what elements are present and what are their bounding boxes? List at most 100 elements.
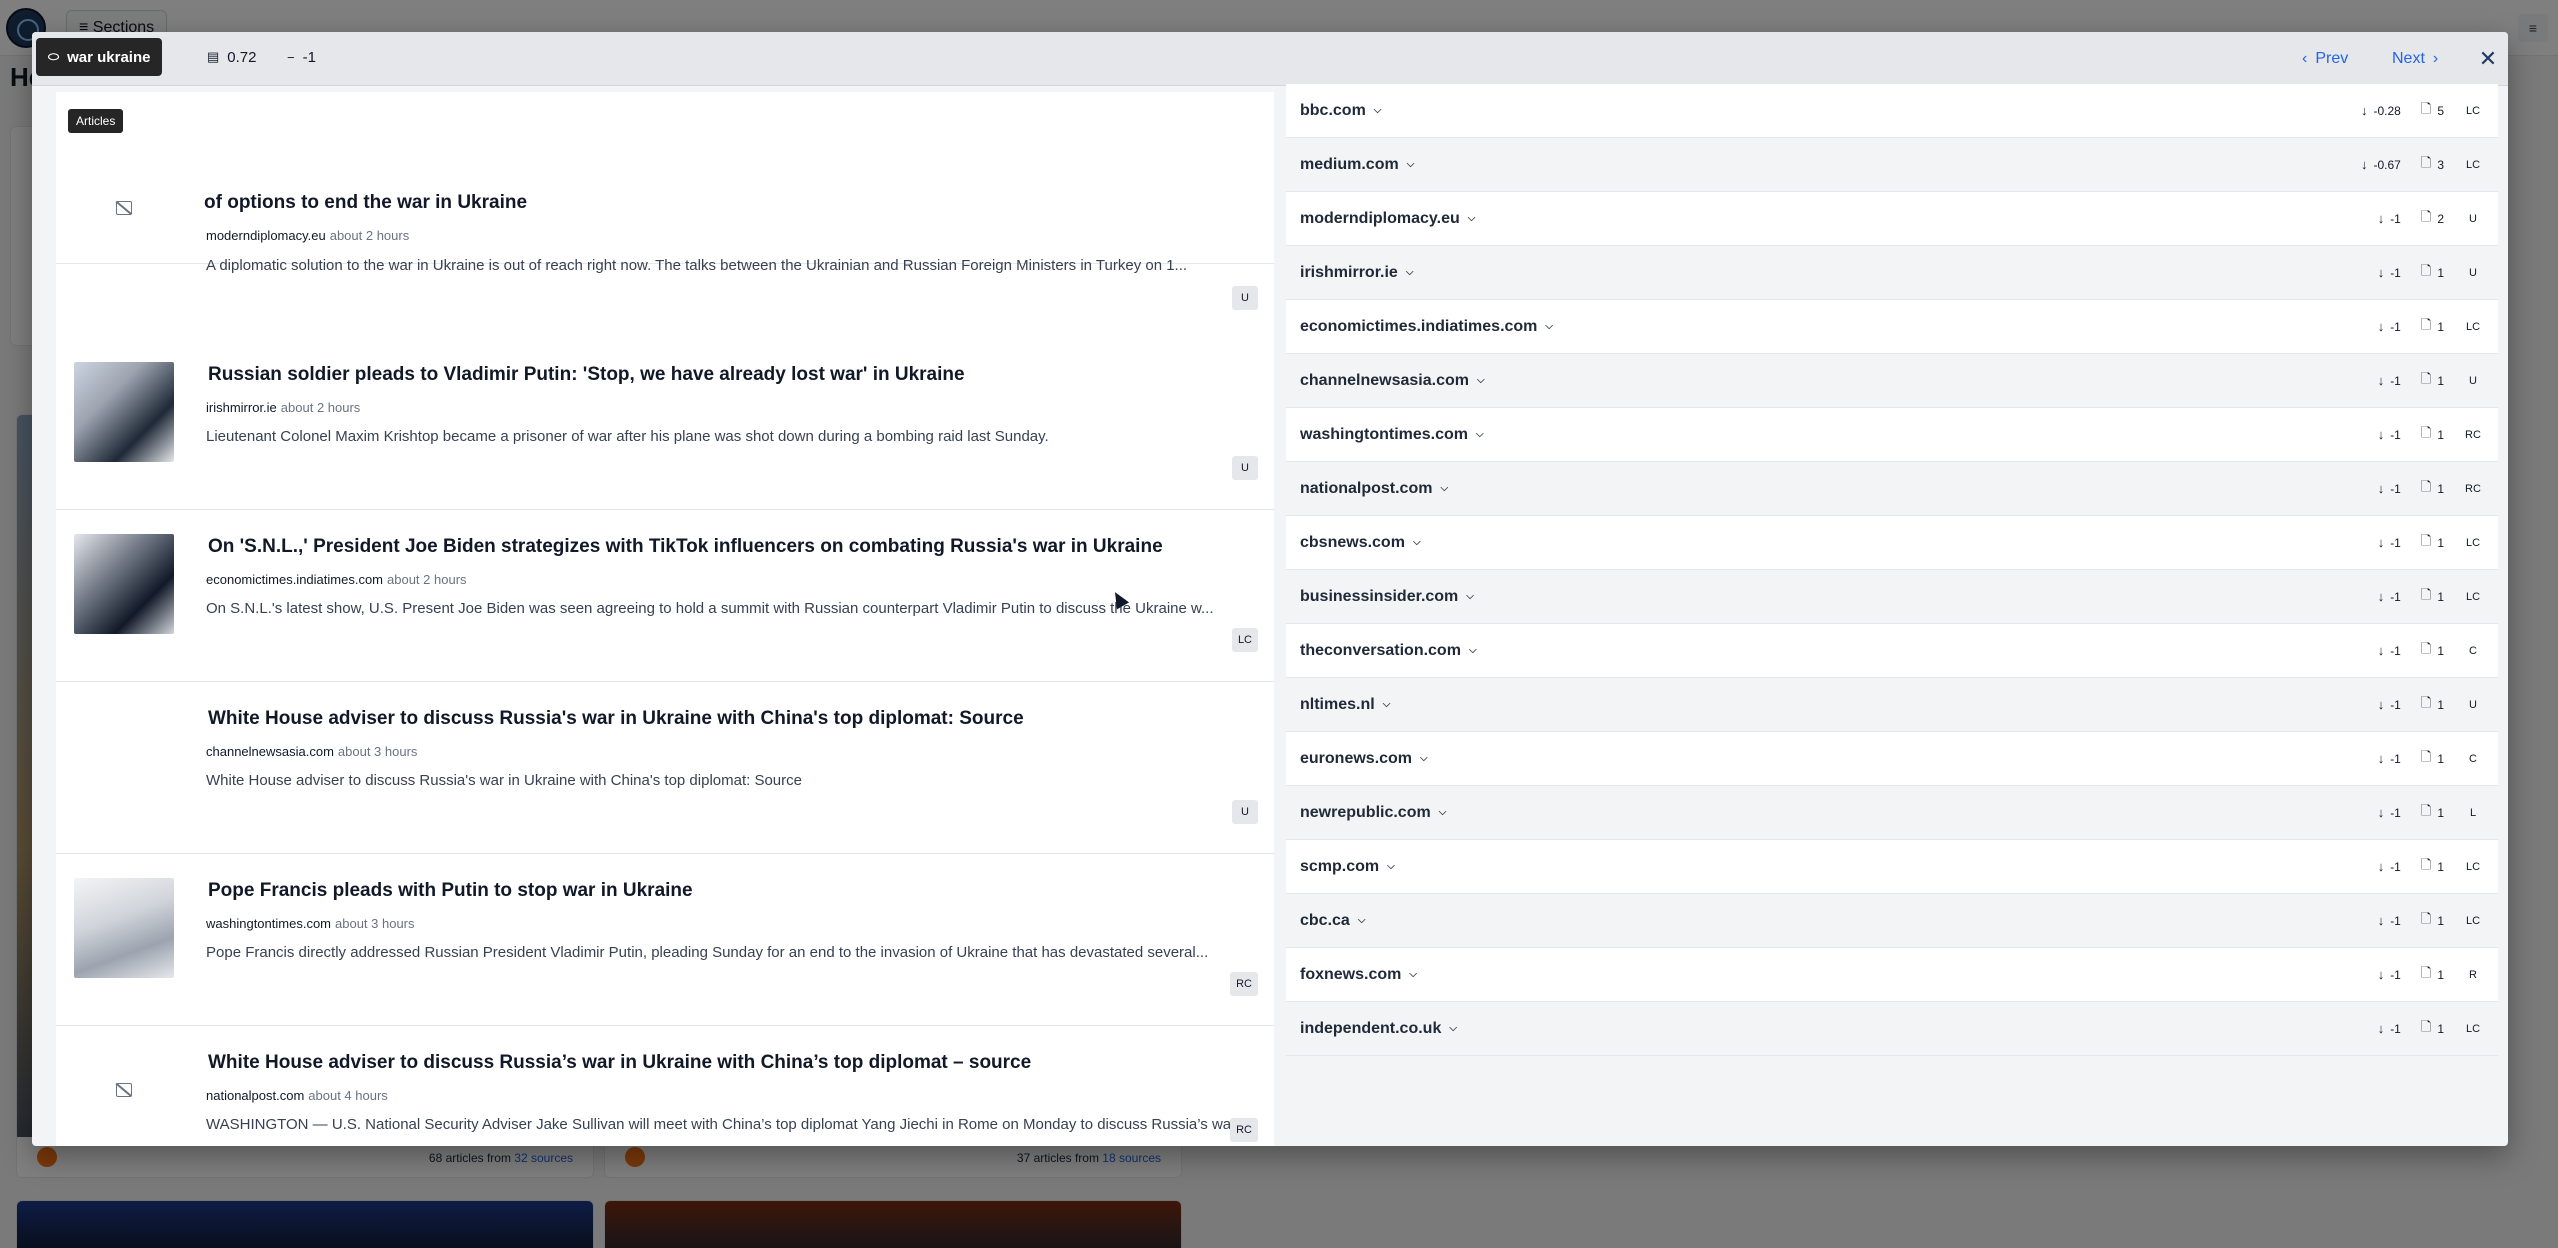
source-name-toggle[interactable]: nationalpost.com ⌵ (1300, 480, 1448, 498)
article-time: about 2 hours (280, 400, 361, 415)
source-row[interactable]: irishmirror.ie ⌵ ↓ -1 🗋 1 U (1286, 246, 2498, 300)
article-title[interactable]: Pope Francis pleads with Putin to stop w… (208, 880, 693, 902)
source-name: irishmirror.ie (1300, 263, 1398, 281)
arrow-down-icon: ↓ (2377, 697, 2385, 712)
sentiment-stat: ↓ -1 (2378, 1021, 2401, 1036)
article-title[interactable]: Russian soldier pleads to Vladimir Putin… (208, 364, 965, 386)
source-row[interactable]: cbsnews.com ⌵ ↓ -1 🗋 1 LC (1286, 516, 2498, 570)
source-name-toggle[interactable]: bbc.com ⌵ (1300, 102, 1381, 120)
source-row[interactable]: medium.com ⌵ ↓ -0.67 🗋 3 LC (1286, 138, 2498, 192)
source-row[interactable]: economictimes.indiatimes.com ⌵ ↓ -1 🗋 1 LC (1286, 300, 2498, 354)
source-name-toggle[interactable]: theconversation.com ⌵ (1300, 642, 1477, 660)
source-row[interactable]: washingtontimes.com ⌵ ↓ -1 🗋 1 RC (1286, 408, 2498, 462)
article-source[interactable]: nationalpost.com (206, 1088, 304, 1103)
source-row[interactable]: moderndiplomacy.eu ⌵ ↓ -1 🗋 2 U (1286, 192, 2498, 246)
article-source[interactable]: economictimes.indiatimes.com (206, 572, 383, 587)
source-row[interactable]: scmp.com ⌵ ↓ -1 🗋 1 LC (1286, 840, 2498, 894)
article-item[interactable]: On 'S.N.L.,' President Joe Biden strateg… (56, 510, 1274, 682)
bias-badge: U (2469, 212, 2477, 225)
article-thumbnail (74, 878, 174, 978)
next-button[interactable]: Next › (2392, 44, 2438, 74)
article-thumbnail (74, 362, 174, 462)
source-name-toggle[interactable]: nltimes.nl ⌵ (1300, 696, 1390, 714)
source-name-toggle[interactable]: cbsnews.com ⌵ (1300, 534, 1421, 552)
bias-badge: LC (2465, 536, 2481, 549)
source-row[interactable]: channelnewsasia.com ⌵ ↓ -1 🗋 1 U (1286, 354, 2498, 408)
source-stats: ↓ -1 🗋 1 LC (2378, 316, 2482, 338)
arrow-down-icon: ↓ (2377, 913, 2385, 928)
source-row[interactable]: newrepublic.com ⌵ ↓ -1 🗋 1 L (1286, 786, 2498, 840)
source-name-toggle[interactable]: cbc.ca ⌵ (1300, 912, 1365, 930)
source-name-toggle[interactable]: moderndiplomacy.eu ⌵ (1300, 210, 1475, 228)
article-item[interactable]: Pope Francis pleads with Putin to stop w… (56, 854, 1274, 1026)
article-item[interactable]: Russian soldier pleads to Vladimir Putin… (56, 338, 1274, 510)
source-name-toggle[interactable]: newrepublic.com ⌵ (1300, 804, 1446, 822)
article-count: 1 (2437, 913, 2444, 928)
bias-badge: U (2469, 698, 2477, 711)
source-name-toggle[interactable]: economictimes.indiatimes.com ⌵ (1300, 318, 1553, 336)
source-name-toggle[interactable]: euronews.com ⌵ (1300, 750, 1428, 768)
source-row[interactable]: cbc.ca ⌵ ↓ -1 🗋 1 LC (1286, 894, 2498, 948)
source-row[interactable]: nltimes.nl ⌵ ↓ -1 🗋 1 U (1286, 678, 2498, 732)
source-name-toggle[interactable]: scmp.com ⌵ (1300, 858, 1395, 876)
source-stats: ↓ -1 🗋 1 R (2378, 964, 2482, 986)
article-meta: washingtontimes.com about 3 hours (206, 916, 415, 931)
article-source[interactable]: washingtontimes.com (206, 916, 331, 931)
article-item[interactable]: of options to end the war in Ukraine mod… (56, 92, 1274, 310)
sentiment-stat: ↓ -1 (2378, 967, 2401, 982)
article-count: 1 (2437, 859, 2444, 874)
sentiment-value: -1 (2390, 1021, 2401, 1036)
article-source[interactable]: channelnewsasia.com (206, 744, 334, 759)
article-item[interactable]: White House adviser to discuss Russia’s … (56, 1026, 1274, 1146)
source-row[interactable]: bbc.com ⌵ ↓ -0.28 🗋 5 LC (1286, 84, 2498, 138)
source-row[interactable]: independent.co.uk ⌵ ↓ -1 🗋 1 LC (1286, 1002, 2498, 1056)
source-stats: ↓ -1 🗋 1 U (2378, 694, 2482, 716)
article-meta: irishmirror.ie about 2 hours (206, 400, 360, 415)
bias-badge: U (1232, 800, 1258, 824)
article-title[interactable]: On 'S.N.L.,' President Joe Biden strateg… (208, 536, 1163, 558)
score-value: 0.72 (227, 48, 257, 66)
chevron-down-icon: ⌵ (1466, 591, 1474, 602)
source-name-toggle[interactable]: businessinsider.com ⌵ (1300, 588, 1474, 606)
article-title[interactable]: of options to end the war in Ukraine (204, 192, 527, 214)
article-count: 1 (2437, 751, 2444, 766)
score-chip[interactable]: ▤ 0.72 (194, 38, 270, 76)
article-title[interactable]: White House adviser to discuss Russia’s … (208, 1052, 1031, 1074)
sentiment-chip[interactable]: − -1 (274, 38, 329, 76)
document-icon: 🗋 (2420, 856, 2432, 872)
close-icon[interactable]: ✕ (2468, 40, 2508, 78)
article-source[interactable]: moderndiplomacy.eu (206, 228, 326, 243)
article-count-stat: 🗋 1 (2421, 694, 2444, 716)
source-name-toggle[interactable]: independent.co.uk ⌵ (1300, 1020, 1457, 1038)
source-row[interactable]: theconversation.com ⌵ ↓ -1 🗋 1 C (1286, 624, 2498, 678)
article-title[interactable]: White House adviser to discuss Russia's … (208, 708, 1024, 730)
arrow-down-icon: ↓ (2361, 103, 2368, 118)
source-name-toggle[interactable]: washingtontimes.com ⌵ (1300, 426, 1484, 444)
article-time: about 4 hours (308, 1088, 388, 1103)
source-name-toggle[interactable]: medium.com ⌵ (1300, 156, 1414, 174)
source-name: bbc.com (1300, 101, 1366, 119)
article-description: Lieutenant Colonel Maxim Krishtop became… (206, 428, 1049, 445)
source-name-toggle[interactable]: foxnews.com ⌵ (1300, 966, 1417, 984)
article-meta: channelnewsasia.com about 3 hours (206, 744, 417, 759)
source-stats: ↓ -1 🗋 1 LC (2378, 910, 2482, 932)
source-row[interactable]: foxnews.com ⌵ ↓ -1 🗋 1 R (1286, 948, 2498, 1002)
sentiment-stat: ↓ -1 (2378, 211, 2401, 226)
article-count: 1 (2437, 427, 2444, 442)
source-row[interactable]: businessinsider.com ⌵ ↓ -1 🗋 1 LC (1286, 570, 2498, 624)
source-name-toggle[interactable]: channelnewsasia.com ⌵ (1300, 372, 1485, 390)
article-item[interactable]: White House adviser to discuss Russia's … (56, 682, 1274, 854)
tag-icon: ⬭ (48, 49, 60, 64)
chevron-down-icon: ⌵ (1476, 429, 1484, 440)
sentiment-stat: ↓ -1 (2378, 427, 2401, 442)
source-name-toggle[interactable]: irishmirror.ie ⌵ (1300, 264, 1413, 282)
articles-panel: Articles of options to end the war in Uk… (56, 92, 1274, 1146)
source-row[interactable]: nationalpost.com ⌵ ↓ -1 🗋 1 RC (1286, 462, 2498, 516)
topic-chip[interactable]: ⬭ war ukraine (36, 38, 163, 76)
article-source[interactable]: irishmirror.ie (206, 400, 277, 415)
prev-button[interactable]: ‹ Prev (2302, 44, 2348, 74)
document-icon: 🗋 (2420, 370, 2432, 386)
sentiment-value: -1 (2390, 319, 2401, 334)
article-count-stat: 🗋 1 (2421, 478, 2444, 500)
source-row[interactable]: euronews.com ⌵ ↓ -1 🗋 1 C (1286, 732, 2498, 786)
